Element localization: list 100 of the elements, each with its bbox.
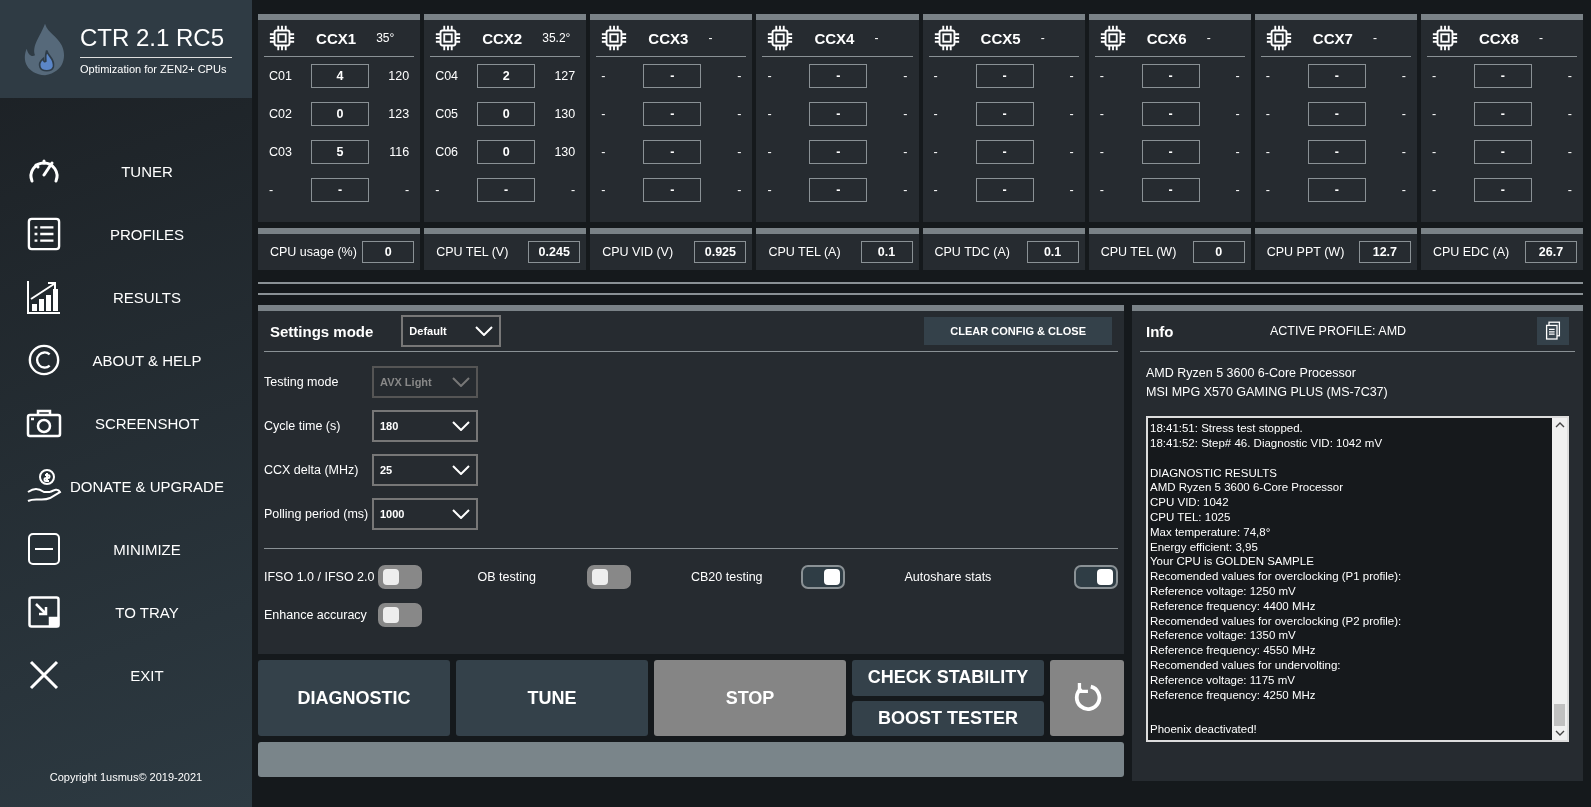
core-offset-field[interactable]: -	[1473, 178, 1532, 202]
core-offset-field[interactable]: 0	[477, 140, 536, 164]
setting-dropdown[interactable]: 180	[372, 410, 478, 442]
core-value: -	[1400, 107, 1406, 121]
toggle-label: CB20 testing	[691, 570, 763, 584]
core-value: -	[1400, 183, 1406, 197]
core-offset-field[interactable]: -	[1473, 102, 1532, 126]
sidebar-item[interactable]: MINIMIZE	[0, 524, 252, 574]
core-offset-field[interactable]: -	[809, 178, 868, 202]
chevron-icon	[452, 421, 470, 431]
core-offset-field[interactable]: -	[1141, 102, 1200, 126]
toggle-switch[interactable]	[587, 565, 631, 589]
core-offset-field[interactable]: 4	[311, 64, 370, 88]
toggle-switch[interactable]	[377, 603, 422, 627]
chip-icon	[268, 24, 296, 52]
setting-label: Polling period (ms)	[264, 507, 369, 521]
core-label: -	[1431, 107, 1438, 121]
log-line: Max temperature: 74,8°	[1150, 524, 1272, 540]
core-offset-field[interactable]: -	[1307, 102, 1366, 126]
mode-dropdown[interactable]: Default	[401, 315, 502, 347]
core-offset-field[interactable]: -	[643, 178, 702, 202]
core-offset-field[interactable]: -	[643, 102, 702, 126]
action-button[interactable]: CHECK STABILITY	[852, 660, 1044, 696]
core-label: -	[1265, 69, 1271, 83]
core-offset-field[interactable]: -	[1473, 64, 1532, 88]
core-offset-field[interactable]: -	[1307, 64, 1366, 88]
core-offset-field[interactable]: -	[643, 64, 702, 88]
core-offset-field[interactable]: 2	[477, 64, 536, 88]
core-offset-field[interactable]: -	[311, 178, 370, 202]
core-offset-field[interactable]: -	[1473, 140, 1532, 164]
sidebar-item[interactable]: ABOUT & HELP	[0, 335, 252, 385]
metric-value: 0.1	[860, 241, 913, 263]
app-title: CTR 2.1 RC5	[80, 23, 232, 58]
chevron-icon	[452, 509, 470, 519]
action-button[interactable]: TUNE	[456, 660, 648, 736]
close-icon	[28, 659, 60, 691]
core-offset-field[interactable]: -	[975, 178, 1034, 202]
core-offset-field[interactable]: -	[809, 102, 868, 126]
core-offset-field[interactable]: -	[975, 64, 1034, 88]
core-offset-field[interactable]: 0	[311, 102, 370, 126]
core-offset-field[interactable]: -	[1307, 140, 1366, 164]
sidebar-item[interactable]: DONATE & UPGRADE	[0, 461, 252, 511]
core-value: -	[403, 183, 410, 197]
sidebar-item[interactable]: PROFILES	[0, 209, 252, 259]
core-offset-field[interactable]: -	[477, 178, 536, 202]
chip-icon	[1430, 24, 1459, 52]
sidebar-item[interactable]: TUNER	[0, 146, 252, 196]
core-offset-field[interactable]: -	[1307, 178, 1366, 202]
sidebar-item[interactable]: TO TRAY	[0, 587, 252, 637]
action-button[interactable]: BOOST TESTER	[852, 700, 1044, 736]
core-value: 130	[553, 145, 576, 159]
core-offset-field[interactable]: -	[1141, 140, 1200, 164]
setting-dropdown[interactable]: 25	[372, 454, 478, 486]
core-value: -	[1566, 69, 1572, 83]
metric-value: 0	[1192, 241, 1245, 263]
core-offset-field[interactable]: -	[1141, 64, 1200, 88]
core-label: -	[933, 69, 939, 83]
core-value: -	[1068, 183, 1074, 197]
temperature: 35°	[376, 31, 396, 45]
action-button[interactable]: DIAGNOSTIC	[258, 660, 450, 736]
core-label: -	[1099, 183, 1105, 197]
core-label: -	[1265, 107, 1271, 121]
core-offset-field[interactable]: -	[809, 64, 868, 88]
core-offset-field[interactable]: 5	[311, 140, 370, 164]
toggle-switch[interactable]	[377, 565, 422, 589]
core-value: -	[1234, 183, 1240, 197]
core-offset-field[interactable]: -	[1141, 178, 1200, 202]
log-line: Reference frequency: 4400 MHz	[1150, 598, 1317, 614]
setting-label: Testing mode	[264, 375, 339, 389]
log-line: CPU VID: 1042	[1150, 495, 1230, 510]
log-line: Phoenix deactivated!	[1150, 722, 1258, 737]
metric-value: 26.7	[1525, 241, 1577, 263]
metric-value: 0.245	[528, 241, 581, 263]
core-offset-field[interactable]: -	[975, 140, 1034, 164]
copy-button[interactable]	[1537, 317, 1569, 345]
sidebar-item[interactable]: RESULTS	[0, 272, 252, 322]
ccx-name: CCX1	[315, 29, 358, 47]
toggle-switch[interactable]	[800, 565, 845, 589]
core-value: -	[1068, 145, 1074, 159]
board-name: MSI MPG X570 GAMING PLUS (MS-7C37)	[1146, 384, 1389, 401]
core-label: -	[435, 183, 441, 197]
sidebar-item[interactable]: SCREENSHOT	[0, 398, 252, 448]
chip-icon	[1098, 24, 1127, 52]
sidebar-item[interactable]: EXIT	[0, 650, 252, 700]
log-line: Recomended values for overclocking (P2 profile):	[1150, 613, 1403, 629]
chip-icon	[434, 24, 463, 52]
clear-config-button[interactable]: CLEAR CONFIG & CLOSE	[924, 317, 1112, 345]
core-value: -	[1400, 145, 1406, 159]
core-value: -	[902, 145, 908, 159]
core-offset-field[interactable]: -	[809, 140, 868, 164]
metric-label: CPU usage (%)	[270, 245, 357, 259]
core-value: 116	[388, 145, 410, 159]
core-offset-field[interactable]: 0	[477, 102, 536, 126]
metric-label: CPU TEL (A)	[768, 245, 841, 259]
metric-value: 0	[362, 241, 415, 263]
setting-dropdown[interactable]: 1000	[372, 498, 478, 530]
toggle-switch[interactable]	[1074, 565, 1118, 589]
core-offset-field[interactable]: -	[975, 102, 1034, 126]
core-offset-field[interactable]: -	[643, 140, 702, 164]
scroll-bar[interactable]	[1552, 418, 1567, 740]
